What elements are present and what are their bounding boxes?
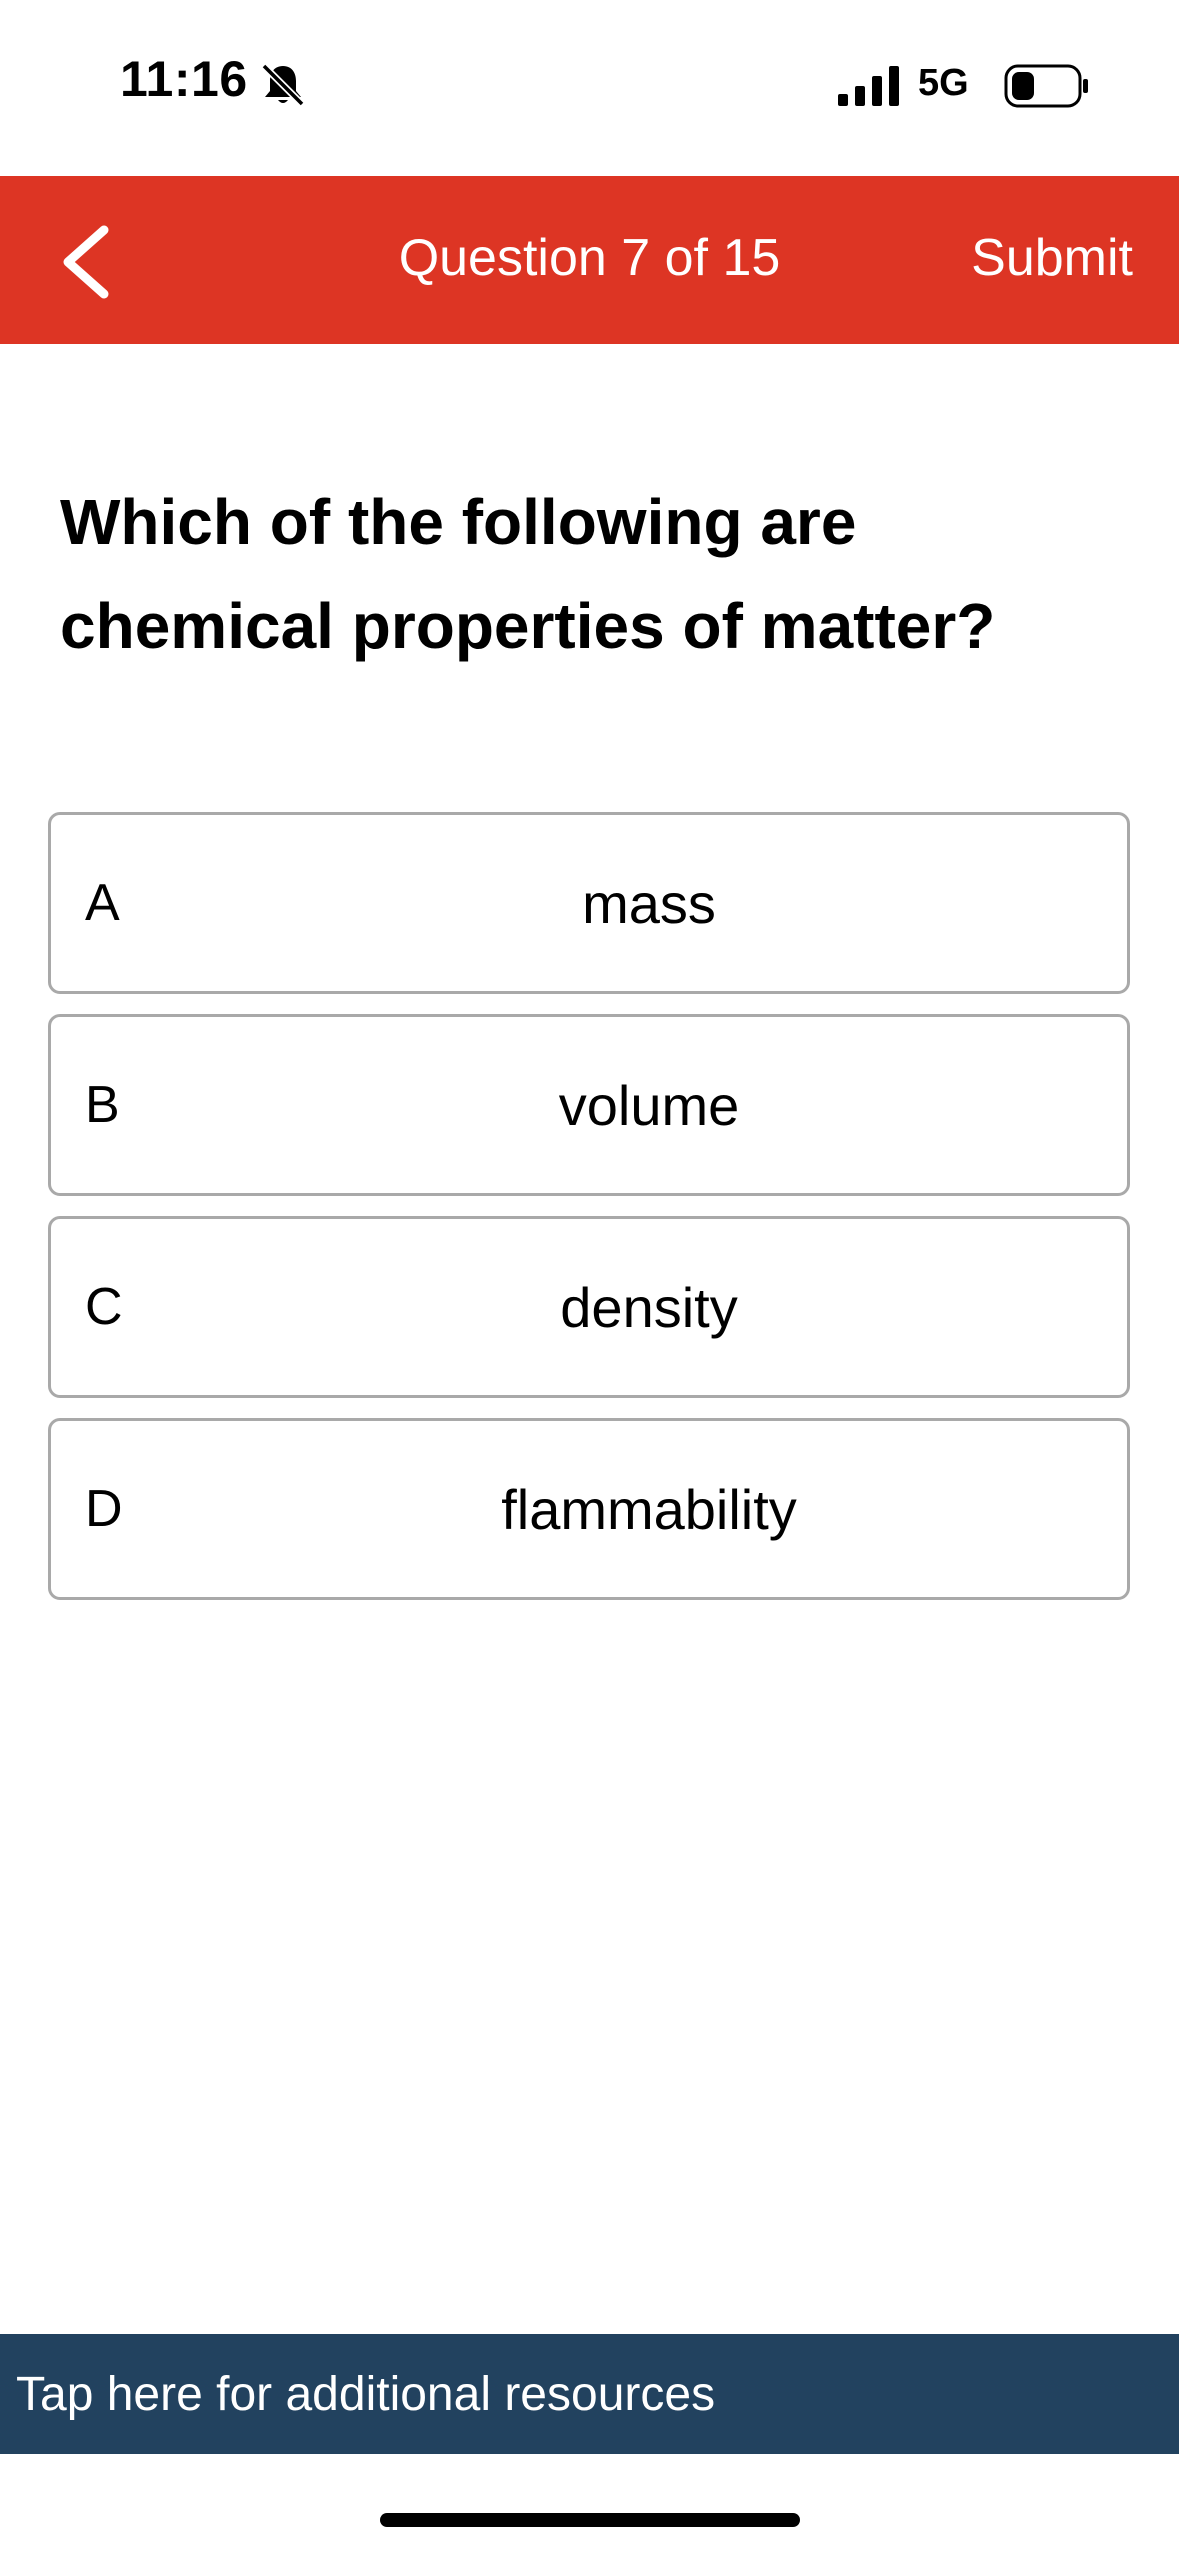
option-a[interactable]: A mass [48, 812, 1130, 994]
status-time: 11:16 [120, 51, 248, 107]
option-text: flammability [501, 1477, 797, 1541]
option-letter: B [85, 1076, 120, 1134]
option-letter: D [85, 1480, 123, 1538]
option-text: density [560, 1275, 738, 1339]
option-d[interactable]: D flammability [48, 1418, 1130, 1600]
option-text: volume [558, 1073, 740, 1137]
option-b[interactable]: B volume [48, 1014, 1130, 1196]
network-label: 5G [918, 62, 969, 104]
option-letter: C [85, 1278, 123, 1336]
question-text: Which of the following are chemical prop… [60, 486, 996, 662]
option-text: mass [582, 871, 716, 935]
status-bar: 11:16 5G [0, 0, 1179, 176]
signal-bars-icon [838, 66, 899, 106]
home-indicator[interactable] [380, 2513, 800, 2527]
battery-icon [1004, 64, 1088, 108]
additional-resources-bar[interactable]: Tap here for additional resources [0, 2334, 1179, 2454]
bell-slash-icon [261, 63, 305, 107]
additional-resources-label: Tap here for additional resources [16, 2367, 716, 2421]
quiz-header: Question 7 of 15 Submit [0, 176, 1179, 344]
option-letter: A [85, 874, 120, 932]
option-c[interactable]: C density [48, 1216, 1130, 1398]
submit-button[interactable]: Submit [971, 228, 1133, 288]
